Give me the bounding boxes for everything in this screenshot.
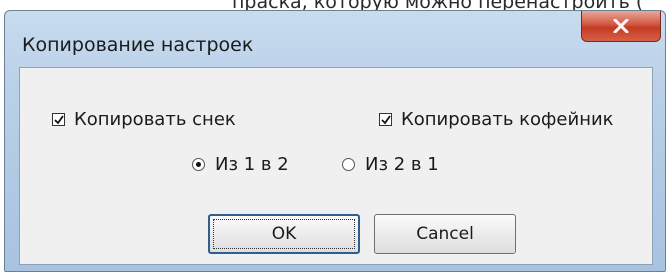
radio-button[interactable] — [342, 158, 355, 171]
checkmark-icon — [381, 115, 391, 125]
close-x-icon — [613, 19, 629, 33]
settings-copy-dialog: Копирование настроек Копировать снек Коп… — [4, 10, 666, 272]
cancel-button[interactable]: Cancel — [374, 214, 516, 254]
title-bar[interactable]: Копирование настроек — [5, 11, 665, 65]
copy-snack-label: Копировать снек — [74, 109, 236, 130]
focus-rectangle — [213, 219, 355, 249]
dialog-client-area: Копировать снек Копировать кофейник Из 1… — [19, 67, 653, 265]
direction-2-to-1-label: Из 2 в 1 — [365, 154, 439, 175]
radio-selected-dot — [196, 162, 201, 167]
close-button[interactable] — [581, 11, 661, 42]
copy-coffee-checkbox[interactable]: Копировать кофейник — [379, 109, 614, 130]
radio-button[interactable] — [192, 158, 205, 171]
direction-2-to-1-radio[interactable]: Из 2 в 1 — [342, 154, 439, 175]
direction-1-to-2-label: Из 1 в 2 — [215, 154, 289, 175]
direction-1-to-2-radio[interactable]: Из 1 в 2 — [192, 154, 289, 175]
ok-button[interactable]: OK — [208, 214, 360, 254]
checkbox-box[interactable] — [379, 113, 392, 126]
copy-snack-checkbox[interactable]: Копировать снек — [52, 109, 236, 130]
dialog-title: Копирование настроек — [22, 34, 254, 56]
copy-coffee-label: Копировать кофейник — [401, 109, 614, 130]
checkbox-box[interactable] — [52, 113, 65, 126]
cancel-label: Cancel — [416, 224, 474, 244]
checkmark-icon — [54, 115, 64, 125]
